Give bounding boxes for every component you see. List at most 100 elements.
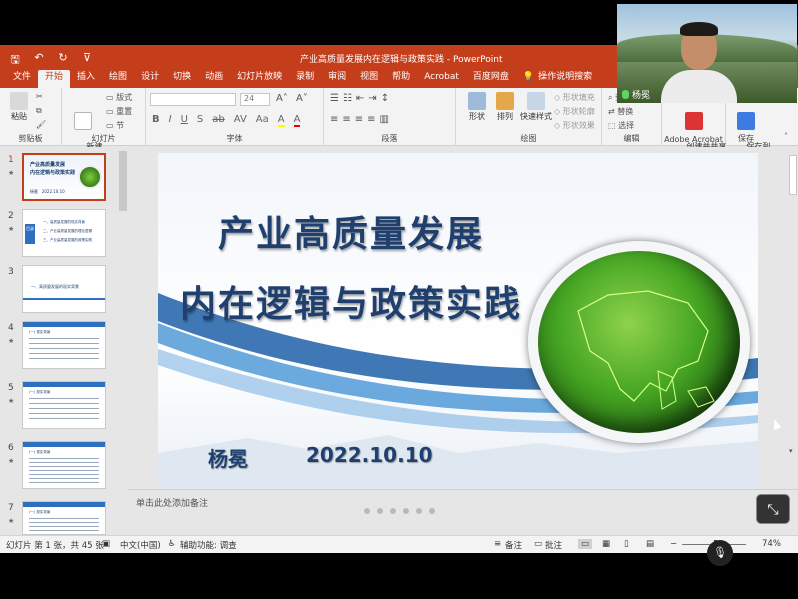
strikethrough-button[interactable]: ab <box>212 114 224 127</box>
tab-slideshow[interactable]: 幻灯片放映 <box>230 70 289 88</box>
comments-icon[interactable]: ▭ <box>534 539 542 549</box>
thumb-text-lines <box>29 398 99 422</box>
tab-transitions[interactable]: 切换 <box>166 70 198 88</box>
align-buttons[interactable]: ≡≡≡≡▥ <box>330 114 393 125</box>
reading-view-icon[interactable]: ▯ <box>624 539 629 549</box>
tab-view[interactable]: 视图 <box>353 70 385 88</box>
participant-name: 杨冕 <box>632 91 651 101</box>
slide-thumbnail-7[interactable]: (一) 现实背景 <box>22 501 106 535</box>
comments-button[interactable]: 批注 <box>545 539 562 551</box>
notes-pane[interactable]: 单击此处添加备注 <box>128 489 798 535</box>
dot <box>416 508 422 514</box>
accessibility-status[interactable]: 辅助功能: 调查 <box>180 539 237 551</box>
layout-button[interactable]: ▭ 版式 <box>106 92 132 103</box>
arrange-button[interactable]: 排列 <box>492 92 518 122</box>
change-case-button[interactable]: Aa <box>256 114 269 127</box>
participant-video[interactable]: 杨冕 <box>617 4 797 103</box>
normal-view-icon[interactable]: ▭ <box>578 539 593 549</box>
section-button[interactable]: ▭ 节 <box>106 120 124 131</box>
slide-scrollbar[interactable]: ▾ <box>788 147 798 455</box>
collapse-ribbon-icon[interactable]: ˄ <box>784 132 788 141</box>
scrollbar-thumb[interactable] <box>119 151 127 211</box>
exit-fullscreen-button[interactable]: ⤡ <box>756 494 790 524</box>
slide-author[interactable]: 杨冕 <box>208 443 248 472</box>
list-buttons[interactable]: ☰☷⇤⇥↕ <box>330 93 393 104</box>
shape-button[interactable]: 形状 <box>464 92 490 122</box>
format-painter-icon[interactable]: 🖌 <box>36 120 46 129</box>
tell-me-label: 操作说明搜索 <box>538 72 593 82</box>
slide-thumbnail-6[interactable]: (一) 现实背景 <box>22 441 106 489</box>
bold-button[interactable]: B <box>152 114 160 127</box>
language-status[interactable]: 中文(中国) <box>120 539 161 551</box>
tab-insert[interactable]: 插入 <box>70 70 102 88</box>
paste-button[interactable]: 粘贴 <box>6 92 32 122</box>
notes-placeholder[interactable]: 单击此处添加备注 <box>136 496 208 509</box>
slide-sorter-icon[interactable]: ▦ <box>602 539 610 549</box>
slide-thumbnail-2[interactable]: 目录 一、高质量发展的现实背景 二、产业高质量发展的理论逻辑 三、产业高质量发展… <box>22 209 106 257</box>
accessibility-icon[interactable]: ♿ <box>168 539 176 549</box>
tab-record[interactable]: 录制 <box>289 70 321 88</box>
shadow-button[interactable]: S <box>197 114 203 127</box>
mic-muted-icon[interactable]: 🎙 <box>707 540 733 566</box>
shape-outline-button[interactable]: ◇ 形状轮廓 <box>554 106 595 117</box>
next-slide-icon[interactable]: ▾ <box>789 447 793 455</box>
slide-thumbnail-1[interactable]: 产业高质量发展 内在逻辑与政策实践 杨冕 2022.10.10 <box>22 153 106 201</box>
thumbnails-scrollbar[interactable] <box>118 149 128 537</box>
font-color-button[interactable]: A <box>293 114 301 127</box>
font-size-box[interactable]: 24 <box>240 93 270 106</box>
slide-title-line2[interactable]: 内在逻辑与政策实践 <box>180 275 522 327</box>
shrink-font-icon[interactable]: A˅ <box>296 93 308 104</box>
char-spacing-button[interactable]: AV <box>234 114 247 127</box>
redo-icon[interactable]: ↻ <box>56 51 70 70</box>
slide-title-line1[interactable]: 产业高质量发展 <box>218 205 484 257</box>
zoom-out-button[interactable]: − <box>670 539 677 549</box>
tab-home[interactable]: 开始 <box>38 70 71 88</box>
thumb-toc-items: 一、高质量发展的现实背景 二、产业高质量发展的理论逻辑 三、产业高质量发展的政策… <box>43 218 92 245</box>
slide-thumbnail-5[interactable]: (一) 现实背景 <box>22 381 106 429</box>
customize-qat-icon[interactable]: ⊽ <box>80 51 94 70</box>
tab-help[interactable]: 帮助 <box>385 70 417 88</box>
tab-design[interactable]: 设计 <box>134 70 166 88</box>
font-name-box[interactable] <box>150 93 236 106</box>
thumb-slide-title: (一) 现实背景 <box>29 390 51 394</box>
shape-effects-button[interactable]: ◇ 形状效果 <box>554 120 595 131</box>
pdf-icon <box>685 112 703 130</box>
paste-icon <box>10 92 28 110</box>
copy-icon[interactable]: ⧉ <box>36 106 42 116</box>
green-globe-image[interactable] <box>538 251 740 433</box>
save-icon[interactable]: 🖫 <box>8 51 22 70</box>
notes-toggle-icon[interactable]: ≡ <box>494 539 501 549</box>
shape-fill-button[interactable]: ◇ 形状填充 <box>554 92 595 103</box>
underline-button[interactable]: U <box>181 114 188 127</box>
scrollbar-thumb[interactable] <box>789 155 797 195</box>
quick-styles-button[interactable]: 快速样式 <box>518 92 554 122</box>
replace-button[interactable]: ⇄ 替换 <box>608 106 633 117</box>
tab-acrobat[interactable]: Acrobat <box>417 70 466 88</box>
slide-thumbnail-4[interactable]: (一) 现实背景 <box>22 321 106 369</box>
tab-animations[interactable]: 动画 <box>198 70 230 88</box>
shapes-icon <box>468 92 486 110</box>
italic-button[interactable]: I <box>169 114 172 127</box>
tab-review[interactable]: 审阅 <box>321 70 353 88</box>
cut-icon[interactable]: ✂ <box>36 92 43 101</box>
notes-toggle-button[interactable]: 备注 <box>505 539 522 551</box>
slide-date[interactable]: 2022.10.10 <box>306 443 433 467</box>
thumb-number: 6 <box>8 443 14 453</box>
spelling-icon[interactable]: ▣ <box>102 539 110 549</box>
zoom-level[interactable]: 74% <box>762 539 781 549</box>
tab-draw[interactable]: 绘图 <box>102 70 134 88</box>
reset-button[interactable]: ▭ 重置 <box>106 106 132 117</box>
highlight-button[interactable]: A <box>277 114 285 127</box>
select-button[interactable]: ⬚ 选择 <box>608 120 634 131</box>
tell-me-search[interactable]: 💡 操作说明搜索 <box>516 70 599 88</box>
thumb-number: 2 <box>8 211 14 221</box>
undo-icon[interactable]: ↶ <box>32 51 46 70</box>
document-title: 产业高质量发展内在逻辑与政策实践 - PowerPoint <box>300 55 503 65</box>
current-slide[interactable]: 产业高质量发展 内在逻辑与政策实践 杨冕 2022.10.10 <box>158 153 758 489</box>
thumb-number: 5 <box>8 383 14 393</box>
tab-baidu[interactable]: 百度网盘 <box>466 70 516 88</box>
slideshow-view-icon[interactable]: ▤ <box>646 539 654 549</box>
slide-thumbnail-3[interactable]: 一、高质量发展的现实背景 <box>22 265 106 313</box>
tab-file[interactable]: 文件 <box>6 70 38 88</box>
grow-font-icon[interactable]: A˄ <box>276 93 288 104</box>
